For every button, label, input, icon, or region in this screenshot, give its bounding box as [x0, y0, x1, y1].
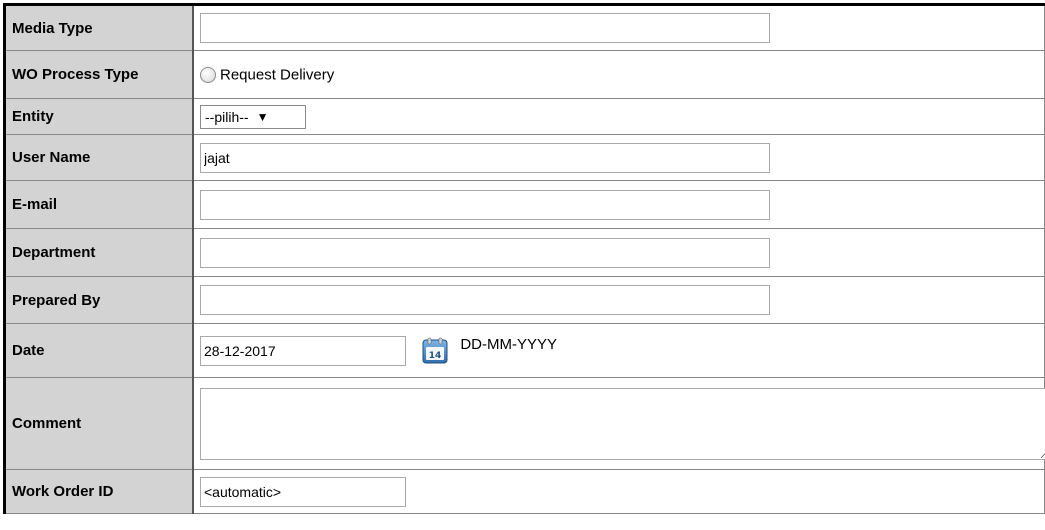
entity-cell: --pilih-- ▼ — [192, 98, 1045, 135]
row-work-order-id: Work Order ID — [4, 469, 1045, 514]
work-order-id-input[interactable] — [200, 476, 406, 507]
wo-process-type-cell: Request Delivery — [192, 50, 1045, 99]
date-cell: 14 DD-MM-YYYY — [192, 323, 1045, 378]
media-type-input[interactable] — [200, 13, 770, 43]
calendar-icon[interactable]: 14 — [420, 336, 450, 366]
user-name-cell — [192, 134, 1045, 181]
comment-label: Comment — [4, 377, 194, 470]
dropdown-arrow-icon: ▼ — [256, 109, 269, 124]
request-delivery-label: Request Delivery — [220, 66, 335, 84]
svg-text:14: 14 — [429, 351, 442, 361]
department-cell — [192, 228, 1045, 277]
row-email: E-mail — [4, 180, 1045, 229]
email-input[interactable] — [200, 189, 770, 220]
user-name-input[interactable] — [200, 142, 770, 173]
media-type-label: Media Type — [4, 4, 194, 51]
work-order-id-label: Work Order ID — [4, 469, 194, 514]
email-cell — [192, 180, 1045, 229]
wo-process-type-label: WO Process Type — [4, 50, 194, 99]
row-department: Department — [4, 228, 1045, 277]
row-date: Date 14 DD-MM-YYYY — [4, 323, 1045, 378]
row-user-name: User Name — [4, 134, 1045, 181]
user-name-label: User Name — [4, 134, 194, 181]
work-order-id-cell — [192, 469, 1045, 514]
row-comment: Comment — [4, 377, 1045, 470]
entity-select[interactable]: --pilih-- ▼ — [200, 104, 306, 129]
department-label: Department — [4, 228, 194, 277]
row-wo-process-type: WO Process Type Request Delivery — [4, 50, 1045, 99]
department-input[interactable] — [200, 237, 770, 268]
date-input[interactable] — [200, 335, 406, 366]
row-media-type: Media Type — [4, 4, 1045, 51]
media-type-cell — [192, 4, 1045, 51]
entity-select-value: --pilih-- — [205, 108, 249, 125]
request-delivery-radio[interactable] — [200, 66, 216, 83]
prepared-by-label: Prepared By — [4, 276, 194, 324]
work-order-form: Media Type WO Process Type Request Deliv… — [3, 3, 1045, 514]
prepared-by-cell — [192, 276, 1045, 324]
email-label: E-mail — [4, 180, 194, 229]
comment-textarea[interactable] — [200, 387, 1045, 460]
prepared-by-input[interactable] — [200, 285, 770, 315]
comment-cell — [192, 377, 1045, 470]
entity-label: Entity — [4, 98, 194, 135]
date-label: Date — [4, 323, 194, 378]
row-prepared-by: Prepared By — [4, 276, 1045, 324]
row-entity: Entity --pilih-- ▼ — [4, 98, 1045, 135]
date-format-hint: DD-MM-YYYY — [460, 336, 558, 353]
